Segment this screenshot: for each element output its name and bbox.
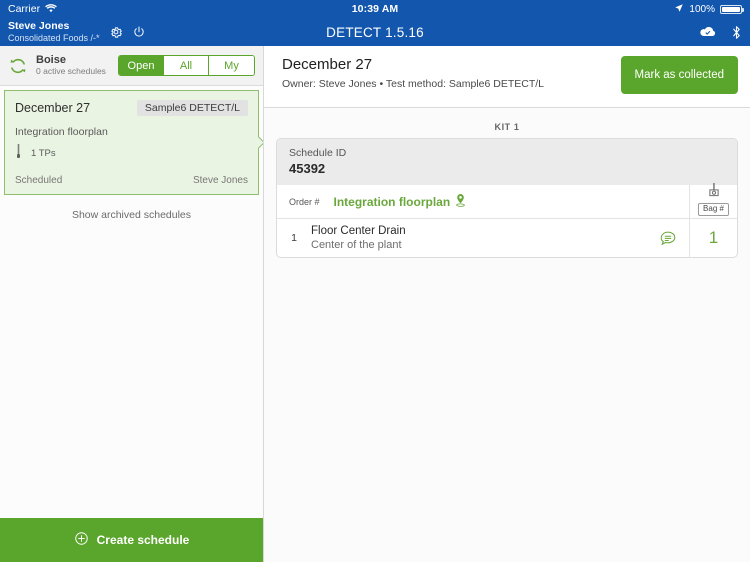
row-info: Floor Center Drain Center of the plant	[311, 219, 647, 257]
schedule-card-top-row: December 27 Sample6 DETECT/L	[15, 100, 248, 116]
schedule-list: December 27 Sample6 DETECT/L Integration…	[0, 86, 263, 518]
filter-my-button[interactable]: My	[209, 56, 254, 75]
schedule-card-method-badge: Sample6 DETECT/L	[136, 100, 248, 116]
main-header: December 27 Owner: Steve Jones • Test me…	[264, 46, 750, 108]
row-order-number: 1	[291, 232, 297, 244]
main-header-text: December 27 Owner: Steve Jones • Test me…	[282, 56, 544, 90]
status-bar-time: 10:39 AM	[351, 3, 399, 15]
cloud-check-icon[interactable]	[697, 25, 717, 39]
schedule-card-date: December 27	[15, 101, 91, 115]
power-icon[interactable]	[132, 25, 146, 39]
battery-percent-label: 100%	[689, 3, 715, 15]
bluetooth-icon[interactable]	[731, 25, 742, 40]
plus-circle-icon	[74, 531, 89, 549]
bag-number-label: Bag #	[698, 202, 729, 216]
schedule-card-floorplan: Integration floorplan	[15, 126, 108, 138]
show-archived-schedules-link[interactable]: Show archived schedules	[0, 195, 263, 221]
row-description: Center of the plant	[311, 239, 402, 251]
refresh-icon[interactable]	[8, 56, 28, 76]
filter-open-button[interactable]: Open	[119, 56, 164, 75]
swab-bag-icon	[706, 182, 722, 203]
nav-user-text: Steve Jones Consolidated Foods /-*	[8, 20, 100, 43]
row-name: Floor Center Drain	[311, 225, 406, 237]
order-header-row: Order # Integration floorplan Bag #	[277, 182, 737, 219]
nav-user-name: Steve Jones	[8, 20, 70, 33]
schedule-card[interactable]: December 27 Sample6 DETECT/L Integration…	[4, 90, 263, 195]
comment-bubble-icon[interactable]	[647, 219, 689, 257]
sidebar-header: Boise 0 active schedules Open All My	[0, 46, 263, 86]
schedule-id-value: 45392	[289, 161, 326, 176]
schedule-card-tp-row: 1 TPs	[15, 144, 248, 163]
body-split: Boise 0 active schedules Open All My Dec…	[0, 46, 750, 562]
page-subtitle: Owner: Steve Jones • Test method: Sample…	[282, 78, 545, 90]
schedule-card-selected-pointer	[252, 135, 263, 149]
schedule-filter-segmented: Open All My	[118, 55, 255, 76]
sidebar: Boise 0 active schedules Open All My Dec…	[0, 46, 264, 562]
floorplan-link[interactable]: Integration floorplan	[333, 193, 467, 210]
nav-right-icons	[697, 25, 742, 40]
order-number-header: Order #	[289, 196, 320, 207]
schedule-id-label: Schedule ID	[289, 147, 347, 159]
bag-number-header: Bag #	[689, 182, 737, 218]
main-panel: December 27 Owner: Steve Jones • Test me…	[264, 46, 750, 562]
filter-all-button[interactable]: All	[164, 56, 209, 75]
map-pin-icon	[455, 193, 466, 210]
nav-bar: Steve Jones Consolidated Foods /-* DETEC…	[0, 18, 750, 46]
page-title: December 27	[282, 56, 373, 73]
table-row[interactable]: 1 Floor Center Drain Center of the plant…	[277, 219, 737, 257]
swab-icon	[15, 144, 22, 163]
sidebar-location: Boise 0 active schedules	[36, 54, 106, 76]
row-bag-number: 1	[689, 219, 737, 257]
kit-label: KIT 1	[494, 122, 520, 132]
location-active-count: 0 active schedules	[36, 65, 106, 76]
app-root: Carrier 10:39 AM 100% Steve Jones Consol…	[0, 0, 750, 562]
kit-card: Schedule ID 45392 Order # Integration fl…	[276, 138, 738, 258]
schedule-card-status: Scheduled	[15, 175, 63, 186]
nav-user-org: Consolidated Foods /-*	[8, 32, 100, 43]
status-bar-right: 100%	[674, 3, 744, 16]
create-schedule-button[interactable]: Create schedule	[0, 518, 263, 562]
location-arrow-icon	[674, 3, 684, 16]
schedule-card-tp-count: 1 TPs	[31, 148, 56, 159]
status-bar: Carrier 10:39 AM 100%	[0, 0, 750, 18]
mark-as-collected-button[interactable]: Mark as collected	[620, 56, 738, 94]
schedule-id-block: Schedule ID 45392	[277, 139, 737, 185]
nav-user-block[interactable]: Steve Jones Consolidated Foods /-*	[8, 20, 146, 43]
floorplan-link-label: Integration floorplan	[333, 194, 451, 209]
create-schedule-label: Create schedule	[96, 533, 190, 547]
schedule-card-owner: Steve Jones	[192, 175, 248, 186]
battery-full-icon	[720, 4, 744, 14]
schedule-card-bottom-row: Scheduled Steve Jones	[15, 175, 248, 186]
gear-icon[interactable]	[109, 25, 123, 39]
main-body: KIT 1 Schedule ID 45392 Order # Integrat…	[264, 108, 750, 562]
